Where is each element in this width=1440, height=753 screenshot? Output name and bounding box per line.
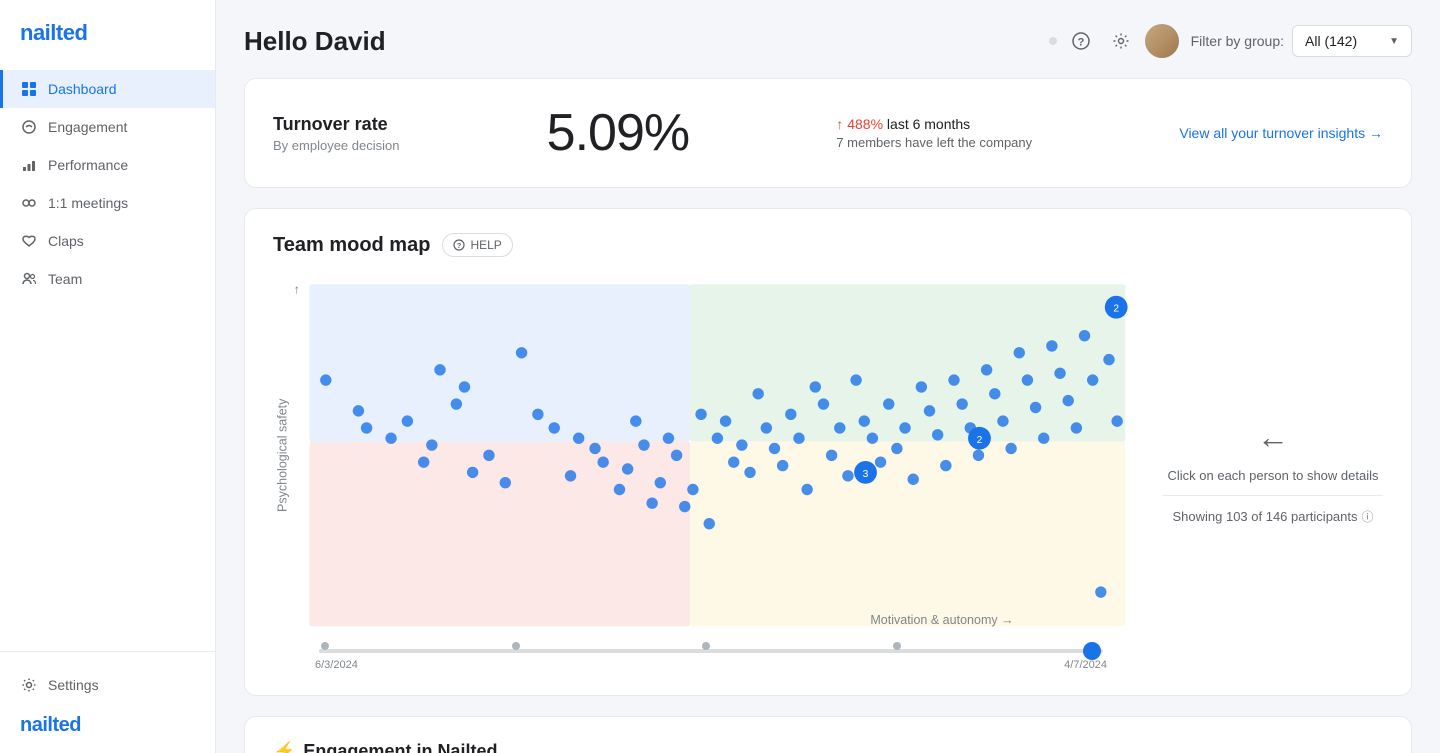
sidebar-item-performance[interactable]: Performance [0, 146, 215, 184]
top-icons: ? [1049, 24, 1179, 58]
slider-dot [512, 642, 520, 650]
slider-thumb-dot[interactable] [1083, 642, 1101, 660]
mood-title: Team mood map [273, 234, 430, 257]
chart-sidebar: ← Click on each person to show details S… [1163, 273, 1383, 671]
turnover-card: Turnover rate By employee decision 5.09%… [244, 78, 1412, 188]
help-label: HELP [470, 238, 501, 252]
turnover-change: ↑ 488% last 6 months [836, 116, 1032, 132]
participants-label: Showing 103 of 146 participants [1172, 509, 1357, 524]
svg-text:Motivation & autonomy →: Motivation & autonomy → [870, 613, 1013, 627]
sidebar-item-dashboard[interactable]: Dashboard [0, 70, 215, 108]
engagement-icon: ⚡ [273, 741, 295, 753]
slider-dots [319, 642, 1103, 660]
help-badge[interactable]: ? HELP [442, 233, 512, 257]
chart-sidebar-text: Click on each person to show details [1167, 468, 1378, 483]
date-slider[interactable] [315, 649, 1107, 653]
turnover-stats: ↑ 488% last 6 months 7 members have left… [836, 116, 1032, 150]
engagement-icon [20, 118, 38, 136]
sidebar-item-engagement[interactable]: Engagement [0, 108, 215, 146]
turnover-link[interactable]: View all your turnover insights → [1179, 125, 1383, 141]
filter-label: Filter by group: [1191, 33, 1284, 49]
avatar[interactable] [1145, 24, 1179, 58]
main-content: Hello David ? [216, 0, 1440, 753]
slider-date-start: 6/3/2024 [315, 659, 358, 671]
turnover-left: Turnover rate By employee decision [273, 114, 399, 153]
svg-text:?: ? [457, 241, 462, 250]
mood-chart-svg: Psychological safety ↑ [273, 273, 1139, 638]
turnover-pct: ↑ 488% [836, 116, 883, 132]
settings-label: Settings [48, 677, 99, 693]
sidebar-item-settings[interactable]: Settings [20, 668, 195, 702]
sidebar-item-label: 1:1 meetings [48, 195, 128, 211]
sidebar-bottom: Settings nailted [0, 651, 215, 753]
page-title: Hello David [244, 26, 386, 57]
slider-dot [702, 642, 710, 650]
notification-dot [1049, 37, 1057, 45]
sidebar-item-meetings[interactable]: 1:1 meetings [0, 184, 215, 222]
svg-text:↑: ↑ [294, 283, 300, 297]
header-right: ? Filter by group: All (142) ▼ [1049, 24, 1412, 58]
sidebar-item-label: Performance [48, 157, 128, 173]
settings-button[interactable] [1105, 25, 1137, 57]
filter-select[interactable]: All (142) ▼ [1292, 25, 1412, 57]
turnover-title: Turnover rate [273, 114, 399, 135]
sidebar: nailted Dashboard Engagement [0, 0, 216, 753]
settings-icon [20, 676, 38, 694]
info-icon: ⓘ [1362, 508, 1374, 525]
turnover-rate: 5.09% [547, 103, 689, 163]
sidebar-item-label: Engagement [48, 119, 127, 135]
logo-text: nailted [20, 20, 87, 45]
sidebar-item-label: Claps [48, 233, 84, 249]
scatter-container: Psychological safety ↑ [273, 273, 1139, 643]
mood-card: Team mood map ? HELP Psychological safet… [244, 208, 1412, 696]
chart-sidebar-divider [1163, 495, 1383, 496]
sidebar-item-label: Dashboard [48, 81, 117, 97]
meetings-icon [20, 194, 38, 212]
filter-group: Filter by group: All (142) ▼ [1191, 25, 1412, 57]
chart-sidebar-arrow: ← [1257, 419, 1289, 456]
svg-text:?: ? [1077, 37, 1084, 49]
slider-date-end: 4/7/2024 [1064, 659, 1107, 671]
engagement-header: ⚡ Engagement in Nailted [273, 741, 1383, 753]
slider-section: 6/3/2024 4/7/2024 [273, 643, 1139, 671]
team-icon [20, 270, 38, 288]
svg-text:3: 3 [863, 469, 869, 480]
help-button[interactable]: ? [1065, 25, 1097, 57]
sidebar-logo: nailted [0, 0, 215, 62]
engagement-card: ⚡ Engagement in Nailted [244, 716, 1412, 753]
engagement-title: Engagement in Nailted [303, 741, 497, 753]
chevron-down-icon: ▼ [1389, 36, 1399, 47]
slider-labels: 6/3/2024 4/7/2024 [315, 659, 1107, 671]
participants-text: Showing 103 of 146 participants ⓘ [1172, 508, 1373, 525]
filter-value: All (142) [1305, 33, 1357, 49]
turnover-members: 7 members have left the company [836, 135, 1032, 150]
sidebar-item-label: Team [48, 271, 82, 287]
turnover-subtitle: By employee decision [273, 138, 399, 153]
sidebar-nav: Dashboard Engagement Performance [0, 62, 215, 651]
slider-track [319, 649, 1103, 653]
svg-text:Psychological safety: Psychological safety [276, 398, 290, 512]
turnover-period: last 6 months [887, 116, 970, 132]
performance-icon [20, 156, 38, 174]
claps-icon [20, 232, 38, 250]
page-header: Hello David ? [244, 24, 1412, 58]
slider-dot [893, 642, 901, 650]
svg-text:2: 2 [1113, 304, 1119, 315]
sidebar-bottom-logo: nailted [20, 714, 195, 737]
mood-content: Psychological safety ↑ [273, 273, 1383, 671]
sidebar-item-claps[interactable]: Claps [0, 222, 215, 260]
slider-dot [321, 642, 329, 650]
sidebar-item-team[interactable]: Team [0, 260, 215, 298]
svg-text:2: 2 [977, 435, 983, 446]
dashboard-icon [20, 80, 38, 98]
mood-header: Team mood map ? HELP [273, 233, 1383, 257]
chart-area: Psychological safety ↑ [273, 273, 1139, 671]
